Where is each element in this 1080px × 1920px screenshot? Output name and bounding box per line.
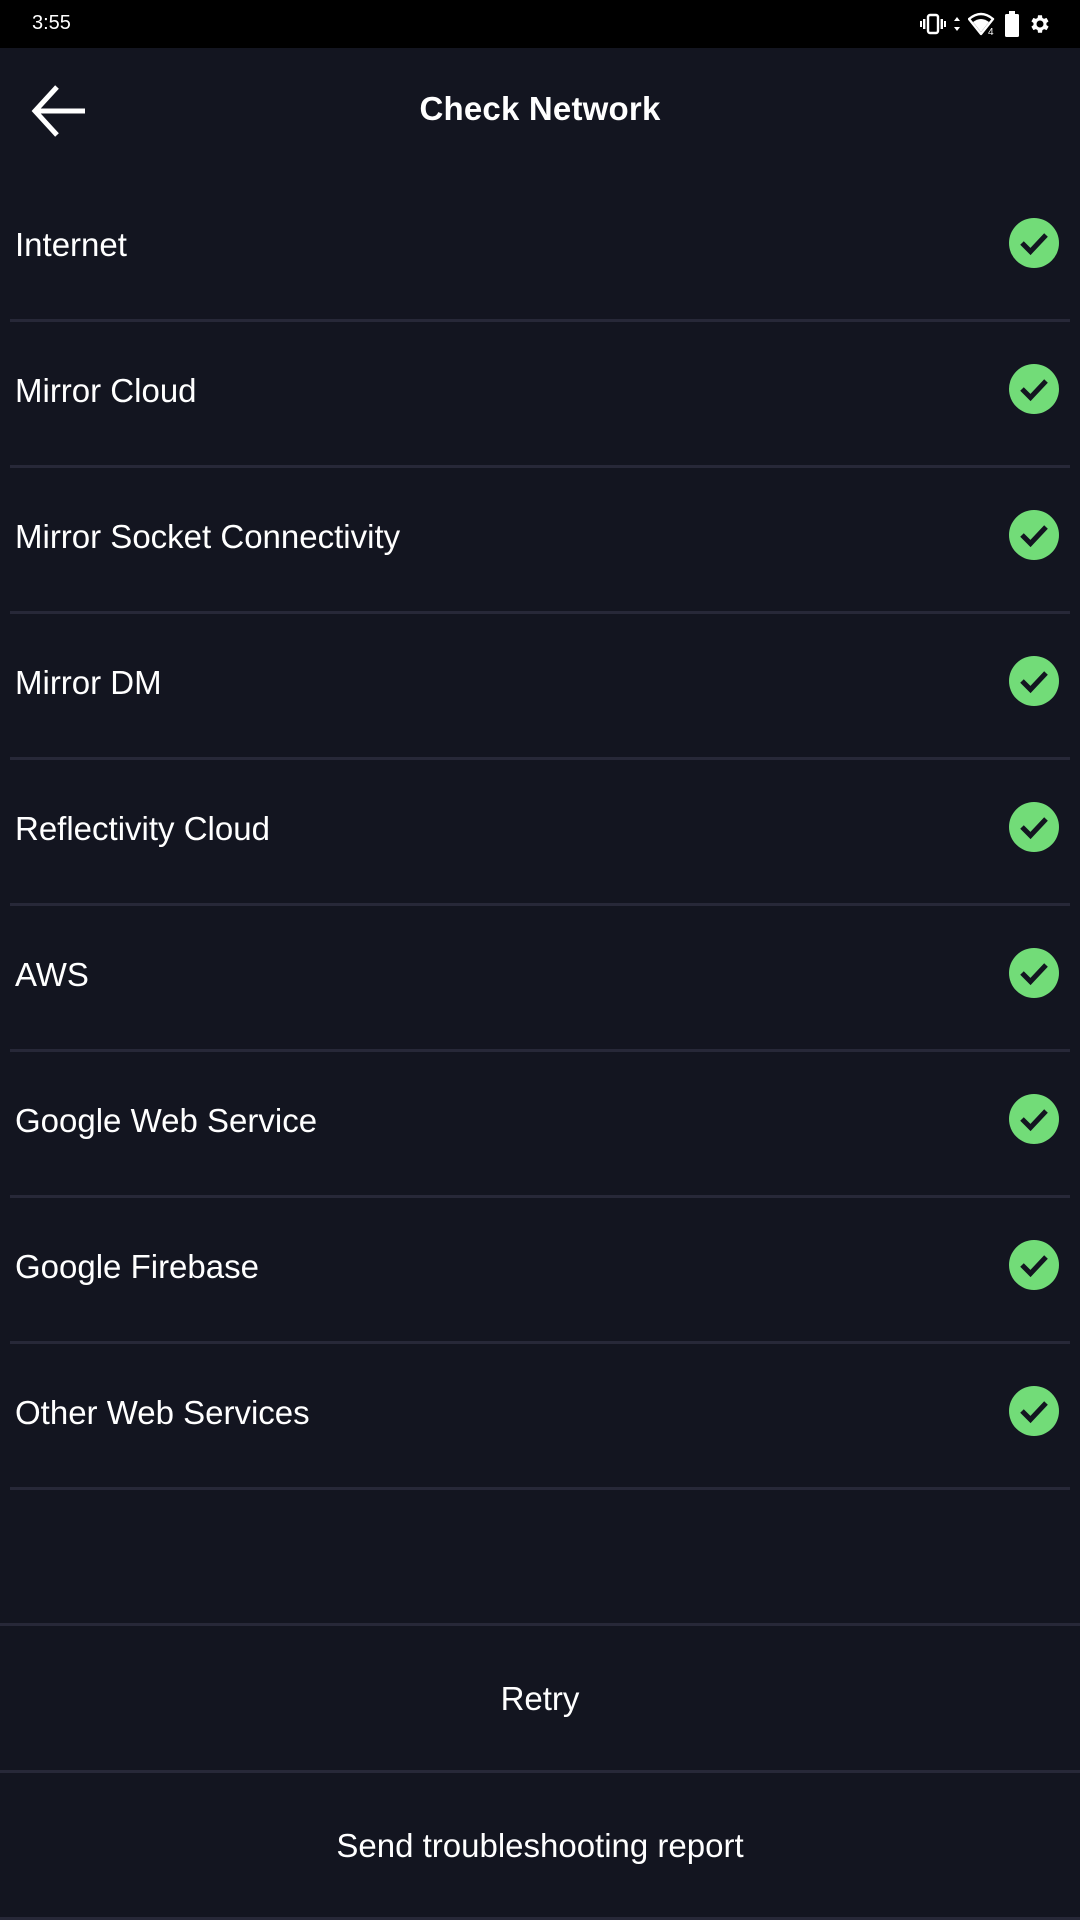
check-label: Internet xyxy=(15,226,127,264)
check-success-icon xyxy=(1009,948,1059,998)
check-label: AWS xyxy=(15,956,89,994)
check-row: Google Web Service xyxy=(0,1052,1080,1198)
check-success-icon xyxy=(1009,510,1059,560)
send-report-button[interactable]: Send troubleshooting report xyxy=(0,1773,1080,1919)
wifi-icon: 4 xyxy=(968,12,996,36)
check-success-icon xyxy=(1009,656,1059,706)
check-label: Reflectivity Cloud xyxy=(15,810,270,848)
check-success-icon xyxy=(1009,1094,1059,1144)
network-check-list: Internet Mirror Cloud Mirror Socket Connec… xyxy=(0,176,1080,1490)
check-row: AWS xyxy=(0,906,1080,1052)
retry-button[interactable]: Retry xyxy=(0,1626,1080,1772)
check-success-icon xyxy=(1009,364,1059,414)
settings-gear-icon xyxy=(1028,12,1052,36)
check-success-icon xyxy=(1009,802,1059,852)
status-time: 3:55 xyxy=(32,12,71,34)
status-bar: 3:55 4 xyxy=(0,0,1080,48)
check-row: Reflectivity Cloud xyxy=(0,760,1080,906)
check-label: Google Firebase xyxy=(15,1248,259,1286)
page-title: Check Network xyxy=(419,90,661,127)
check-row: Internet xyxy=(0,176,1080,322)
check-row: Other Web Services xyxy=(0,1344,1080,1490)
svg-text:4: 4 xyxy=(988,27,994,36)
data-arrows-icon xyxy=(954,16,960,32)
battery-icon xyxy=(1004,11,1020,37)
app-bar: Check Network xyxy=(0,48,1080,176)
check-success-icon xyxy=(1009,1240,1059,1290)
check-label: Mirror DM xyxy=(15,664,162,702)
check-label: Google Web Service xyxy=(15,1102,318,1140)
check-label: Mirror Cloud xyxy=(15,372,197,410)
check-row: Mirror DM xyxy=(0,614,1080,760)
check-row: Google Firebase xyxy=(0,1198,1080,1344)
check-label: Other Web Services xyxy=(15,1394,310,1432)
status-icons: 4 xyxy=(920,10,1052,38)
vibrate-icon xyxy=(920,12,946,36)
send-report-label: Send troubleshooting report xyxy=(336,1827,744,1864)
check-label: Mirror Socket Connectivity xyxy=(15,518,401,556)
check-row: Mirror Socket Connectivity xyxy=(0,468,1080,614)
retry-label: Retry xyxy=(500,1680,580,1717)
check-success-icon xyxy=(1009,1386,1059,1436)
check-success-icon xyxy=(1009,218,1059,268)
check-row: Mirror Cloud xyxy=(0,322,1080,468)
